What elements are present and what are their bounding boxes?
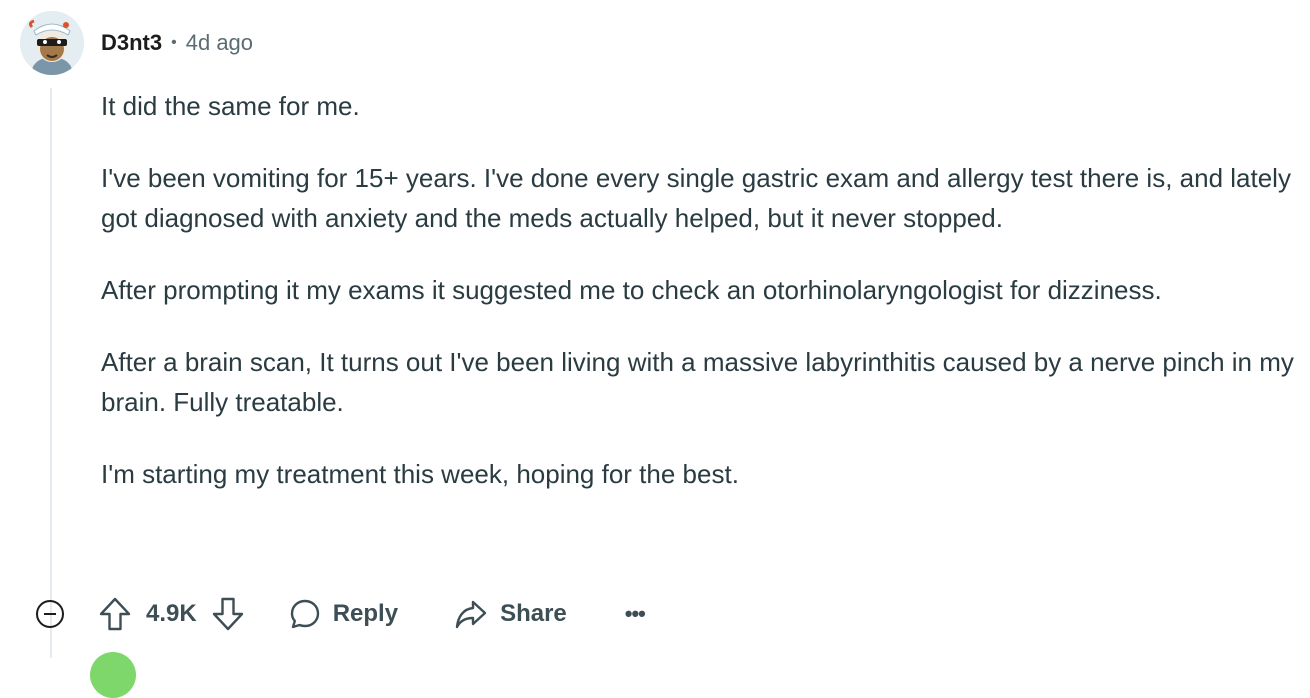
avatar[interactable] — [20, 11, 84, 75]
comment-paragraph: It did the same for me. — [101, 91, 360, 121]
comment-paragraph: I'm starting my treatment this week, hop… — [101, 459, 739, 489]
timestamp[interactable]: 4d ago — [186, 30, 253, 56]
reply-button[interactable]: Reply — [289, 598, 398, 630]
downvote-button[interactable] — [211, 596, 245, 632]
speech-bubble-icon — [290, 599, 319, 629]
collapse-minus-icon — [44, 613, 56, 615]
reply-label: Reply — [332, 600, 399, 627]
comment-paragraph: I've been vomiting for 15+ years. I've d… — [101, 163, 1291, 233]
author-name[interactable]: D3nt3 — [101, 30, 162, 56]
collapse-button[interactable] — [36, 600, 64, 628]
snoo-avatar-icon — [20, 11, 84, 75]
meta-separator: • — [171, 34, 177, 51]
comment-meta: D3nt3 • 4d ago — [101, 28, 253, 58]
comment-body: It did the same for me. I've been vomiti… — [101, 86, 1296, 526]
comment-paragraph: After prompting it my exams it suggested… — [101, 275, 1162, 305]
comment-action-bar: 4.9K Reply Share ••• — [36, 594, 646, 634]
more-options-icon: ••• — [624, 601, 646, 626]
next-comment-avatar[interactable] — [90, 652, 136, 698]
share-arrow-icon — [455, 600, 487, 629]
upvote-arrow-icon — [99, 597, 131, 631]
downvote-arrow-icon — [212, 597, 243, 631]
thread-line[interactable] — [50, 88, 52, 658]
vote-group: 4.9K — [98, 596, 245, 632]
comment-paragraph: After a brain scan, It turns out I've be… — [101, 347, 1294, 417]
upvote-button[interactable] — [98, 596, 132, 632]
vote-score: 4.9K — [146, 600, 197, 627]
share-label: Share — [500, 600, 567, 627]
more-options-button[interactable]: ••• — [624, 601, 646, 627]
share-button[interactable]: Share — [454, 598, 567, 630]
